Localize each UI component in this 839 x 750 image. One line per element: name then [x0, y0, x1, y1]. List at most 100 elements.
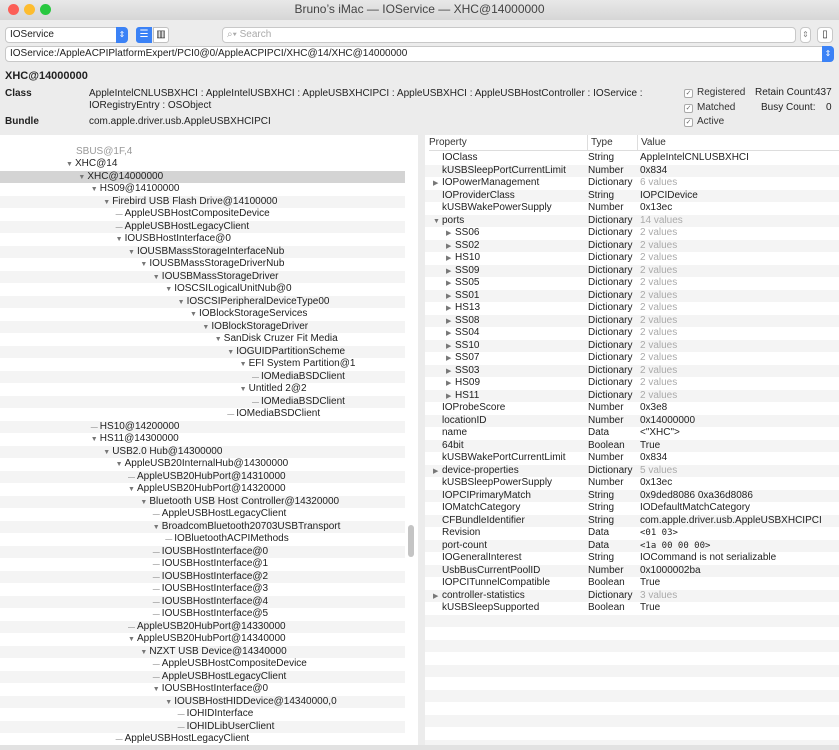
property-row[interactable]: Revision Data <01 03>: [425, 527, 839, 540]
property-row[interactable]: ▶ SS08 Dictionary 2 values: [425, 314, 839, 327]
property-row[interactable]: ▶ SS10 Dictionary 2 values: [425, 339, 839, 352]
property-row[interactable]: ▶ HS10 Dictionary 2 values: [425, 252, 839, 265]
registry-tree[interactable]: SBUS@1F,4 ▼ XHC@14 ▼ XHC@14000000 ▼ HS09@1410…: [0, 135, 418, 745]
tree-item[interactable]: ▼ SanDisk Cruzer Fit Media: [0, 333, 405, 346]
registered-checkbox[interactable]: ✓ Registered: [684, 87, 745, 98]
tree-item[interactable]: — IOUSBHostInterface@3: [0, 583, 405, 596]
tree-item[interactable]: ▼ IOUSBHostInterface@0: [0, 233, 405, 246]
tree-item[interactable]: ▼ IOUSBMassStorageInterfaceNub: [0, 245, 405, 258]
property-row[interactable]: ▶ IOPowerManagement Dictionary 6 values: [425, 177, 839, 190]
property-row[interactable]: IOMatchCategory String IODefaultMatchCateg…: [425, 502, 839, 515]
column-header-property[interactable]: Property: [429, 135, 587, 151]
column-header-value[interactable]: Value: [637, 135, 839, 151]
plane-select[interactable]: IOService ⇕: [5, 27, 128, 43]
property-row[interactable]: ▶ SS02 Dictionary 2 values: [425, 239, 839, 252]
property-table[interactable]: Property Type Value IOClass String AppleIn…: [425, 135, 839, 745]
tree-item[interactable]: — IOMediaBSDClient: [0, 395, 405, 408]
tree-item-partial[interactable]: SBUS@1F,4: [0, 146, 418, 159]
tree-item[interactable]: ▼ BroadcomBluetooth20703USBTransport: [0, 520, 405, 533]
property-row[interactable]: kUSBWakePortCurrentLimit Number 0x834: [425, 452, 839, 465]
active-checkbox[interactable]: ✓ Active: [684, 116, 724, 127]
tree-item[interactable]: ▼ IOUSBHostHIDDevice@14340000,0: [0, 695, 405, 708]
tree-item[interactable]: — HS10@14200000: [0, 420, 405, 433]
property-row[interactable]: ▶ SS03 Dictionary 2 values: [425, 364, 839, 377]
tree-item[interactable]: ▼ IOUSBMassStorageDriver: [0, 270, 405, 283]
property-row[interactable]: ▶ HS13 Dictionary 2 values: [425, 302, 839, 315]
tree-item[interactable]: — IOUSBHostInterface@5: [0, 608, 405, 621]
tree-item[interactable]: — AppleUSBHostLegacyClient: [0, 733, 405, 745]
property-row[interactable]: kUSBWakePowerSupply Number 0x13ec: [425, 202, 839, 215]
tree-item[interactable]: — IOUSBHostInterface@4: [0, 595, 405, 608]
property-row[interactable]: ▶ SS06 Dictionary 2 values: [425, 227, 839, 240]
tree-item[interactable]: — AppleUSBHostCompositeDevice: [0, 658, 405, 671]
tree-item[interactable]: — IOUSBHostInterface@2: [0, 570, 405, 583]
property-row[interactable]: IOClass String AppleIntelCNLUSBXHCI: [425, 152, 839, 165]
search-stepper[interactable]: ⇕: [800, 27, 811, 43]
tree-item[interactable]: — IOUSBHostInterface@1: [0, 558, 405, 571]
tree-item[interactable]: ▼ HS11@14300000: [0, 433, 405, 446]
property-row[interactable]: ▶ device-properties Dictionary 5 values: [425, 464, 839, 477]
tree-item[interactable]: ▼ HS09@14100000: [0, 183, 405, 196]
tree-item[interactable]: ▼ IOUSBHostInterface@0: [0, 683, 405, 696]
split-divider[interactable]: [418, 135, 425, 745]
tree-item[interactable]: ▼ IOUSBMassStorageDriverNub: [0, 258, 405, 271]
tree-item[interactable]: — AppleUSB20HubPort@14310000: [0, 470, 405, 483]
close-button[interactable]: [8, 4, 19, 15]
tree-item[interactable]: ▼ IOBlockStorageServices: [0, 308, 405, 321]
property-row[interactable]: kUSBSleepPortCurrentLimit Number 0x834: [425, 164, 839, 177]
tree-item[interactable]: — AppleUSBHostLegacyClient: [0, 508, 405, 521]
tree-item[interactable]: — AppleUSBHostCompositeDevice: [0, 208, 405, 221]
property-row[interactable]: name Data <"XHC">: [425, 427, 839, 440]
tree-item[interactable]: — IOHIDInterface: [0, 708, 405, 721]
matched-checkbox[interactable]: ✓ Matched: [684, 102, 735, 113]
tree-item[interactable]: — IOHIDLibUserClient: [0, 720, 405, 733]
property-row[interactable]: IOPCITunnelCompatible Boolean True: [425, 577, 839, 590]
property-row[interactable]: ▶ SS09 Dictionary 2 values: [425, 264, 839, 277]
tree-item[interactable]: — AppleUSBHostLegacyClient: [0, 670, 405, 683]
property-row[interactable]: ▶ SS05 Dictionary 2 values: [425, 277, 839, 290]
tree-item[interactable]: ▼ XHC@14000000: [0, 170, 405, 183]
tree-item[interactable]: ▼ AppleUSB20HubPort@14340000: [0, 633, 405, 646]
tree-item[interactable]: — IOUSBHostInterface@0: [0, 545, 405, 558]
tree-item[interactable]: — IOMediaBSDClient: [0, 370, 405, 383]
property-row[interactable]: ▶ controller-statistics Dictionary 3 values: [425, 589, 839, 602]
property-row[interactable]: kUSBSleepPowerSupply Number 0x13ec: [425, 477, 839, 490]
tree-item[interactable]: ▼ Untitled 2@2: [0, 383, 405, 396]
property-row[interactable]: IOGeneralInterest String IOCommand is not …: [425, 552, 839, 565]
property-row[interactable]: locationID Number 0x14000000: [425, 414, 839, 427]
tree-item[interactable]: ▼ IOSCSILogicalUnitNub@0: [0, 283, 405, 296]
column-header-type[interactable]: Type: [587, 135, 637, 151]
search-input[interactable]: ⌕▾ Search: [222, 27, 796, 43]
minimize-button[interactable]: [24, 4, 35, 15]
property-row[interactable]: ▶ SS01 Dictionary 2 values: [425, 289, 839, 302]
column-view-button[interactable]: ▥: [153, 27, 169, 43]
property-row[interactable]: IOProviderClass String IOPCIDevice: [425, 189, 839, 202]
tree-scrollbar[interactable]: [408, 525, 414, 557]
list-view-button[interactable]: ☰: [136, 27, 152, 43]
property-row[interactable]: ▶ SS07 Dictionary 2 values: [425, 352, 839, 365]
zoom-button[interactable]: [40, 4, 51, 15]
property-row[interactable]: UsbBusCurrentPoolID Number 0x1000002ba: [425, 564, 839, 577]
tree-item[interactable]: ▼ Bluetooth USB Host Controller@14320000: [0, 495, 405, 508]
property-row[interactable]: ▶ HS09 Dictionary 2 values: [425, 377, 839, 390]
property-row[interactable]: CFBundleIdentifier String com.apple.driver…: [425, 514, 839, 527]
property-row[interactable]: IOProbeScore Number 0x3e8: [425, 402, 839, 415]
property-row[interactable]: 64bit Boolean True: [425, 439, 839, 452]
tree-item[interactable]: — AppleUSB20HubPort@14330000: [0, 620, 405, 633]
tree-item[interactable]: — IOMediaBSDClient: [0, 408, 405, 421]
tree-item[interactable]: ▼ AppleUSB20HubPort@14320000: [0, 483, 405, 496]
property-row[interactable]: ▶ SS04 Dictionary 2 values: [425, 327, 839, 340]
property-row[interactable]: kUSBSleepSupported Boolean True: [425, 602, 839, 615]
tree-item[interactable]: ▼ NZXT USB Device@14340000: [0, 645, 405, 658]
tree-item[interactable]: ▼ IOBlockStorageDriver: [0, 320, 405, 333]
tree-item[interactable]: ▼ Firebird USB Flash Drive@14100000: [0, 195, 405, 208]
property-row[interactable]: port-count Data <1a 00 00 00>: [425, 539, 839, 552]
tree-item[interactable]: ▼ AppleUSB20InternalHub@14300000: [0, 458, 405, 471]
tree-item[interactable]: ▼ EFI System Partition@1: [0, 358, 405, 371]
tree-item[interactable]: ▼ USB2.0 Hub@14300000: [0, 445, 405, 458]
tree-item[interactable]: — IOBluetoothACPIMethods: [0, 533, 405, 546]
tree-item[interactable]: ▼ XHC@14: [0, 158, 405, 171]
property-row[interactable]: ▼ ports Dictionary 14 values: [425, 214, 839, 227]
path-field[interactable]: IOService:/AppleACPIPlatformExpert/PCI0@…: [5, 46, 834, 62]
tree-item[interactable]: ▼ IOSCSIPeripheralDeviceType00: [0, 295, 405, 308]
